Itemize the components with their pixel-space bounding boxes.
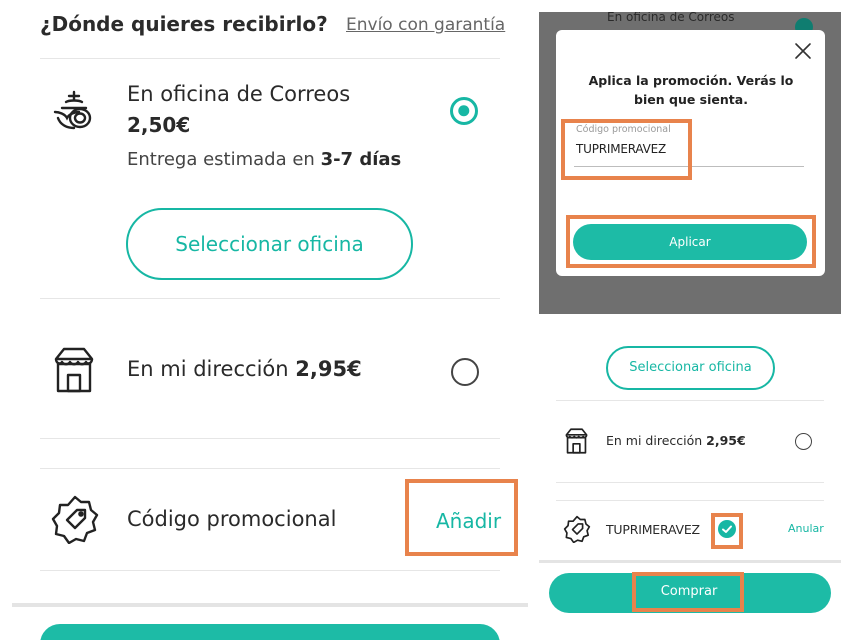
home-option-radio-small[interactable]	[795, 433, 812, 450]
divider	[556, 500, 824, 501]
highlight-box	[405, 479, 518, 556]
promo-dialog: Aplica la promoción. Verás lo bien que s…	[556, 30, 825, 276]
cancel-promo-link[interactable]: Anular	[788, 522, 824, 535]
divider	[40, 58, 500, 59]
eta-prefix: Entrega estimada en	[127, 149, 321, 170]
buy-button-partial[interactable]	[40, 624, 500, 640]
modal-overlay: En oficina de Correos Aplica la promoció…	[539, 12, 841, 314]
highlight-box	[711, 513, 743, 549]
home-option-label-small: En mi dirección 2,95€	[606, 433, 746, 448]
divider	[40, 298, 500, 299]
applied-promo-code: TUPRIMERAVEZ	[606, 522, 700, 537]
highlight-box	[561, 119, 692, 180]
office-option-title: En oficina de Correos	[127, 82, 351, 106]
divider	[40, 570, 500, 571]
badge-tag-icon	[563, 515, 591, 543]
divider	[40, 438, 500, 439]
highlight-box	[566, 215, 816, 268]
home-option-radio[interactable]	[451, 358, 479, 386]
close-icon[interactable]	[794, 42, 812, 60]
home-option-price: 2,95€	[295, 357, 362, 381]
guarantee-link[interactable]: Envío con garantía	[346, 15, 505, 35]
eta-days: 3-7 días	[320, 149, 402, 170]
divider	[556, 482, 824, 483]
home-title-small: En mi dirección	[606, 433, 707, 448]
divider	[40, 468, 500, 469]
correos-horn-icon	[50, 88, 98, 136]
home-option-label: En mi dirección 2,95€	[127, 357, 362, 381]
office-option-radio[interactable]	[450, 97, 478, 125]
bottom-bar-shadow	[539, 560, 841, 563]
select-office-button[interactable]: Seleccionar oficina	[126, 208, 413, 280]
office-option-price: 2,50€	[127, 113, 191, 137]
background-office-title: En oficina de Correos	[607, 12, 735, 24]
house-icon	[563, 427, 590, 455]
dialog-message: Aplica la promoción. Verás lo bien que s…	[588, 73, 794, 107]
office-option-eta: Entrega estimada en 3-7 días	[127, 149, 401, 170]
badge-tag-icon	[50, 494, 100, 544]
bottom-bar-shadow	[12, 603, 528, 607]
highlight-box	[632, 572, 744, 612]
select-office-button-small[interactable]: Seleccionar oficina	[606, 346, 775, 390]
home-option-title: En mi dirección	[127, 357, 296, 381]
divider	[556, 400, 824, 401]
delivery-heading: ¿Dónde quieres recibirlo?	[40, 12, 328, 36]
promo-code-label: Código promocional	[127, 507, 337, 531]
home-price-small: 2,95€	[706, 433, 746, 448]
house-icon	[50, 345, 98, 395]
